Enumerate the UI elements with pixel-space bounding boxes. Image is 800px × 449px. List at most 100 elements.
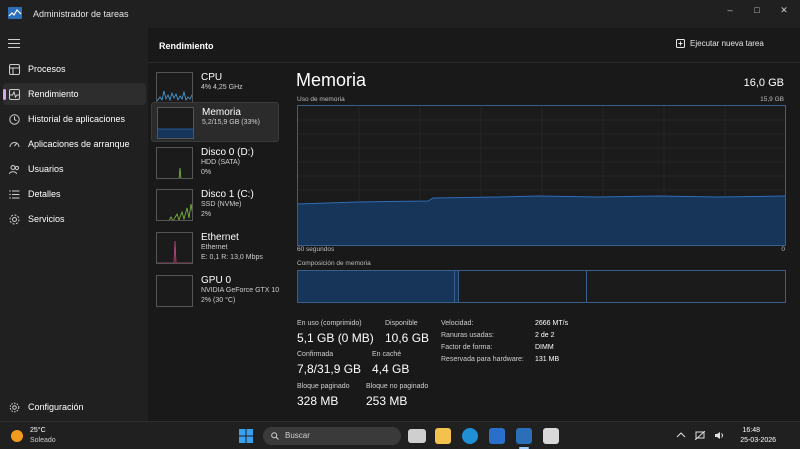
in-use-value: 5,1 GB (0 MB) [297,331,374,345]
search-icon [271,432,279,440]
sun-icon[interactable] [11,430,23,442]
divider [148,62,800,63]
slots-value: 2 de 2 [535,332,555,339]
composition-free [587,271,785,302]
maximize-button[interactable]: □ [745,3,769,17]
weather-condition[interactable]: Soleado [30,437,56,444]
ethernet-thumbnail-graph [156,232,193,264]
perf-item-disco-0[interactable]: Disco 0 (D:) HDD (SATA) 0% [151,143,279,183]
perf-item-disco-1[interactable]: Disco 1 (C:) SSD (NVMe) 2% [151,185,279,225]
sidebar-item-label: Detalles [28,189,61,199]
search-placeholder: Buscar [285,431,310,440]
perf-item-name: CPU [201,72,223,83]
gear-icon [9,402,20,412]
task-manager-icon [8,7,22,19]
speed-label: Velocidad: [441,320,474,327]
sidebar-item-label: Usuarios [28,164,64,174]
task-manager-taskbar-icon[interactable] [516,428,532,444]
composition-in-use [298,271,455,302]
page-title: Rendimiento [159,41,214,51]
sidebar-item-detalles[interactable]: Detalles [3,183,146,205]
gpu-thumbnail-graph [156,275,193,307]
clock-time[interactable]: 16:48 [742,427,760,434]
taskbar-search[interactable]: Buscar [263,427,401,445]
paged-pool-value: 328 MB [297,394,339,408]
sidebar-item-historial[interactable]: Historial de aplicaciones [3,108,146,130]
close-button[interactable]: ✕ [772,3,796,17]
main-panel: Rendimiento Ejecutar nueva tarea CPU 4% … [148,28,800,421]
sidebar: Procesos Rendimiento Historial de aplica… [0,28,148,421]
windows-start-icon[interactable] [238,428,254,444]
sidebar-item-label: Procesos [28,64,66,74]
volume-icon[interactable] [714,431,724,440]
disk1-thumbnail-graph [156,189,193,221]
edge-icon[interactable] [462,428,478,444]
perf-item-usage: E: 0,1 R: 13,0 Mbps [201,254,263,261]
resource-title: Memoria [296,70,367,90]
time-axis-end: 0 [781,246,785,253]
memory-usage-graph [297,105,786,246]
perf-item-memoria[interactable]: Memoria 5,2/15,9 GB (33%) [151,102,279,142]
form-factor-label: Factor de forma: [441,344,493,351]
perf-item-gpu-0[interactable]: GPU 0 NVIDIA GeForce GTX 10 2% (30 °C) [151,271,279,311]
chevron-up-icon[interactable] [676,431,686,440]
sidebar-item-configuracion[interactable]: Configuración [3,396,146,418]
file-explorer-icon[interactable] [435,428,451,444]
sidebar-item-usuarios[interactable]: Usuarios [3,158,146,180]
sidebar-item-label: Servicios [28,214,65,224]
form-factor-value: DIMM [535,344,554,351]
menu-icon[interactable] [8,39,20,49]
task-view-icon[interactable] [408,429,426,443]
disk0-thumbnail-graph [156,147,193,179]
store-icon[interactable] [489,428,505,444]
perf-item-detail: HDD (SATA) [201,159,241,166]
memory-thumbnail-graph [157,107,194,139]
sidebar-item-procesos[interactable]: Procesos [3,58,146,80]
nonpaged-pool-value: 253 MB [366,394,408,408]
new-task-button[interactable]: Ejecutar nueva tarea [676,39,764,48]
window-title: Administrador de tareas [33,9,129,19]
cached-label: En caché [372,351,402,358]
minimize-button[interactable]: – [718,3,742,17]
perf-item-ethernet[interactable]: Ethernet Ethernet E: 0,1 R: 13,0 Mbps [151,228,279,268]
new-task-icon [676,39,685,48]
paged-pool-label: Bloque paginado [297,383,350,390]
composition-standby [459,271,587,302]
settings-label: Configuración [28,402,84,412]
network-off-icon[interactable] [695,431,705,440]
sidebar-item-arranque[interactable]: Aplicaciones de arranque [3,133,146,155]
nonpaged-pool-label: Bloque no paginado [366,383,429,390]
usage-graph-max: 15,9 GB [760,96,784,103]
puzzle-icon [9,214,20,224]
speedometer-icon [9,141,20,147]
memory-composition-bar [297,270,786,303]
new-task-label: Ejecutar nueva tarea [690,39,764,48]
history-icon [9,113,20,125]
perf-item-name: GPU 0 [201,275,232,286]
perf-item-detail: SSD (NVMe) [201,201,242,208]
list-icon [9,189,20,199]
perf-item-detail: 4% 4,25 GHz [201,84,243,91]
committed-label: Confirmada [297,351,334,358]
grid-icon [9,63,20,75]
speed-value: 2666 MT/s [535,320,569,327]
weather-temperature[interactable]: 25°C [30,427,46,434]
perf-item-detail: Ethernet [201,244,228,251]
clock-date[interactable]: 25-03-2026 [740,437,776,444]
cpu-thumbnail-graph [156,72,193,104]
perf-item-name: Memoria [202,107,241,118]
perf-item-detail: NVIDIA GeForce GTX 10 [201,287,280,294]
title-bar: Administrador de tareas – □ ✕ [0,0,800,28]
app-icon[interactable] [543,428,559,444]
sidebar-item-label: Historial de aplicaciones [28,114,126,124]
users-icon [9,164,20,174]
perf-item-name: Disco 1 (C:) [201,189,254,200]
sidebar-item-servicios[interactable]: Servicios [3,208,146,230]
sidebar-item-rendimiento[interactable]: Rendimiento [3,83,146,105]
in-use-label: En uso (comprimido) [297,320,362,327]
sidebar-item-label: Aplicaciones de arranque [28,139,130,149]
perf-item-usage: 2% (30 °C) [201,297,236,304]
committed-value: 7,8/31,9 GB [297,362,362,376]
taskbar: 25°C Soleado Buscar 16:48 25-03-2026 [0,421,800,449]
sidebar-item-label: Rendimiento [28,89,79,99]
